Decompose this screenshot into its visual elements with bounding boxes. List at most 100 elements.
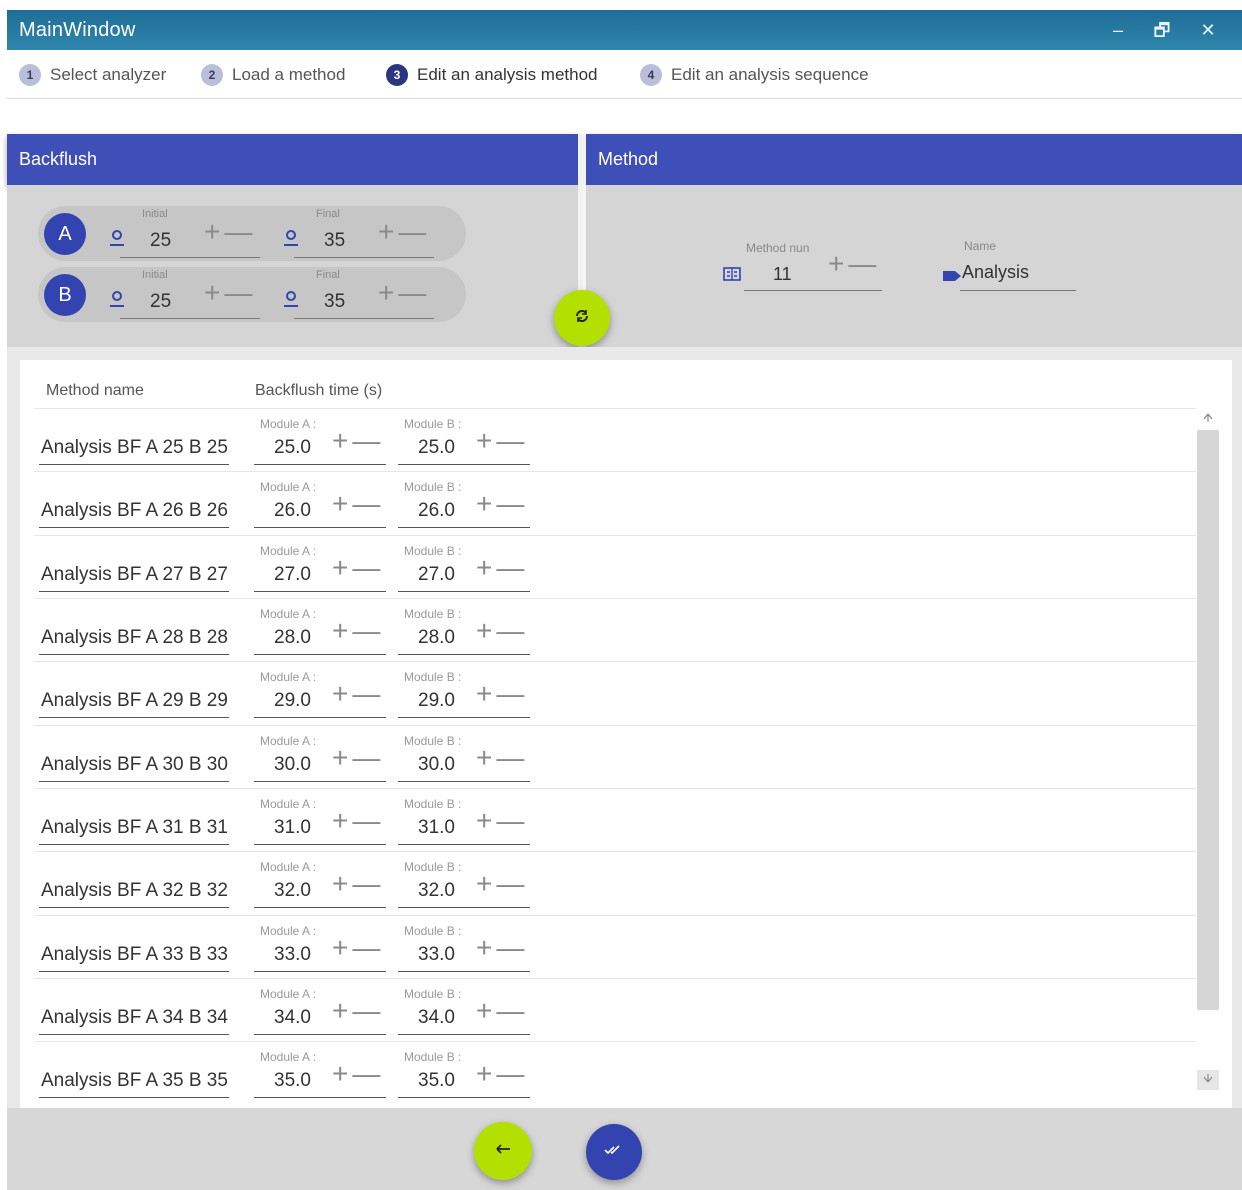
method-name-field[interactable]: Name Analysis bbox=[940, 238, 1080, 293]
decrement-button[interactable]: — bbox=[352, 617, 380, 645]
increment-button[interactable]: + bbox=[332, 934, 348, 962]
close-icon[interactable]: ✕ bbox=[1193, 17, 1223, 43]
increment-button[interactable]: + bbox=[476, 554, 492, 582]
module-b-time-value[interactable]: 25.0 bbox=[418, 437, 455, 459]
module-b-time-field[interactable]: Module B : 31.0 + — bbox=[398, 789, 530, 852]
module-b-time-field[interactable]: Module B : 28.0 + — bbox=[398, 599, 530, 662]
module-a-time-field[interactable]: Module A : 25.0 + — bbox=[254, 409, 386, 472]
decrement-button[interactable]: — bbox=[496, 807, 524, 835]
decrement-button[interactable]: — bbox=[496, 554, 524, 582]
decrement-button[interactable]: — bbox=[352, 1060, 380, 1088]
scroll-down-icon[interactable] bbox=[1197, 1070, 1219, 1090]
increment-button[interactable]: + bbox=[332, 807, 348, 835]
restore-icon[interactable]: 🗗 bbox=[1147, 17, 1177, 43]
module-b-time-value[interactable]: 35.0 bbox=[418, 1070, 455, 1092]
method-name-value[interactable]: Analysis BF A 29 B 29 bbox=[41, 690, 228, 712]
module-a-final-value[interactable]: 35 bbox=[324, 230, 345, 252]
decrement-button[interactable]: — bbox=[848, 250, 876, 278]
increment-button[interactable]: + bbox=[332, 680, 348, 708]
increment-button[interactable]: + bbox=[204, 218, 220, 246]
module-b-time-field[interactable]: Module B : 30.0 + — bbox=[398, 726, 530, 789]
method-name-value[interactable]: Analysis BF A 30 B 30 bbox=[41, 754, 228, 776]
module-b-final-value[interactable]: 35 bbox=[324, 291, 345, 313]
increment-button[interactable]: + bbox=[476, 807, 492, 835]
module-a-time-value[interactable]: 27.0 bbox=[274, 564, 311, 586]
method-name-value[interactable]: Analysis BF A 34 B 34 bbox=[41, 1007, 228, 1029]
decrement-button[interactable]: — bbox=[224, 218, 252, 246]
module-b-final-field[interactable]: Final 35 bbox=[284, 267, 458, 319]
back-button[interactable] bbox=[474, 1122, 532, 1180]
method-name-value[interactable]: Analysis BF A 32 B 32 bbox=[41, 880, 228, 902]
module-b-time-value[interactable]: 30.0 bbox=[418, 754, 455, 776]
decrement-button[interactable]: — bbox=[496, 1060, 524, 1088]
decrement-button[interactable]: — bbox=[398, 218, 426, 246]
module-b-time-value[interactable]: 34.0 bbox=[418, 1007, 455, 1029]
module-a-time-field[interactable]: Module A : 26.0 + — bbox=[254, 472, 386, 535]
increment-button[interactable]: + bbox=[204, 279, 220, 307]
module-a-time-field[interactable]: Module A : 29.0 + — bbox=[254, 662, 386, 725]
increment-button[interactable]: + bbox=[332, 554, 348, 582]
confirm-button[interactable] bbox=[586, 1124, 642, 1180]
decrement-button[interactable]: — bbox=[496, 934, 524, 962]
decrement-button[interactable]: — bbox=[496, 680, 524, 708]
module-a-time-value[interactable]: 28.0 bbox=[274, 627, 311, 649]
decrement-button[interactable]: — bbox=[352, 807, 380, 835]
module-a-time-value[interactable]: 29.0 bbox=[274, 690, 311, 712]
step-load-method[interactable]: 2 Load a method bbox=[201, 63, 345, 87]
step-select-analyzer[interactable]: 1 Select analyzer bbox=[19, 63, 166, 87]
module-b-initial-value[interactable]: 25 bbox=[150, 291, 171, 313]
increment-button[interactable]: + bbox=[476, 1060, 492, 1088]
increment-button[interactable]: + bbox=[332, 490, 348, 518]
module-b-time-value[interactable]: 26.0 bbox=[418, 500, 455, 522]
decrement-button[interactable]: — bbox=[352, 490, 380, 518]
module-a-time-value[interactable]: 34.0 bbox=[274, 1007, 311, 1029]
method-name-value[interactable]: Analysis BF A 26 B 26 bbox=[41, 500, 228, 522]
decrement-button[interactable]: — bbox=[496, 490, 524, 518]
method-name-value[interactable]: Analysis BF A 28 B 28 bbox=[41, 627, 228, 649]
module-a-time-field[interactable]: Module A : 31.0 + — bbox=[254, 789, 386, 852]
module-b-time-value[interactable]: 31.0 bbox=[418, 817, 455, 839]
module-a-time-value[interactable]: 30.0 bbox=[274, 754, 311, 776]
decrement-button[interactable]: — bbox=[352, 744, 380, 772]
increment-button[interactable]: + bbox=[476, 617, 492, 645]
module-a-time-value[interactable]: 33.0 bbox=[274, 944, 311, 966]
increment-button[interactable]: + bbox=[476, 934, 492, 962]
step-edit-analysis-sequence[interactable]: 4 Edit an analysis sequence bbox=[640, 63, 869, 87]
module-a-time-value[interactable]: 31.0 bbox=[274, 817, 311, 839]
module-a-time-value[interactable]: 26.0 bbox=[274, 500, 311, 522]
refresh-button[interactable] bbox=[554, 290, 610, 346]
decrement-button[interactable]: — bbox=[496, 617, 524, 645]
decrement-button[interactable]: — bbox=[224, 279, 252, 307]
module-a-time-value[interactable]: 25.0 bbox=[274, 437, 311, 459]
increment-button[interactable]: + bbox=[476, 997, 492, 1025]
module-b-time-value[interactable]: 27.0 bbox=[418, 564, 455, 586]
method-number-value[interactable]: 11 bbox=[773, 264, 792, 285]
decrement-button[interactable]: — bbox=[496, 427, 524, 455]
module-a-initial-field[interactable]: Initial 25 bbox=[110, 206, 284, 258]
module-b-time-field[interactable]: Module B : 26.0 + — bbox=[398, 472, 530, 535]
minimize-icon[interactable]: ‒ bbox=[1103, 17, 1133, 43]
module-b-initial-field[interactable]: Initial 25 bbox=[110, 267, 284, 319]
increment-button[interactable]: + bbox=[828, 250, 844, 278]
module-b-time-field[interactable]: Module B : 34.0 + — bbox=[398, 979, 530, 1042]
increment-button[interactable]: + bbox=[476, 870, 492, 898]
decrement-button[interactable]: — bbox=[496, 870, 524, 898]
module-b-time-field[interactable]: Module B : 25.0 + — bbox=[398, 409, 530, 472]
module-a-time-field[interactable]: Module A : 27.0 + — bbox=[254, 536, 386, 599]
scroll-up-icon[interactable] bbox=[1197, 410, 1219, 430]
increment-button[interactable]: + bbox=[332, 1060, 348, 1088]
increment-button[interactable]: + bbox=[476, 427, 492, 455]
method-name-value[interactable]: Analysis BF A 31 B 31 bbox=[41, 817, 228, 839]
decrement-button[interactable]: — bbox=[352, 997, 380, 1025]
increment-button[interactable]: + bbox=[476, 490, 492, 518]
decrement-button[interactable]: — bbox=[352, 870, 380, 898]
module-a-time-value[interactable]: 32.0 bbox=[274, 880, 311, 902]
module-b-time-value[interactable]: 33.0 bbox=[418, 944, 455, 966]
increment-button[interactable]: + bbox=[476, 680, 492, 708]
module-a-time-field[interactable]: Module A : 28.0 + — bbox=[254, 599, 386, 662]
decrement-button[interactable]: — bbox=[352, 554, 380, 582]
module-b-time-field[interactable]: Module B : 35.0 + — bbox=[398, 1042, 530, 1105]
increment-button[interactable]: + bbox=[332, 744, 348, 772]
module-b-time-value[interactable]: 29.0 bbox=[418, 690, 455, 712]
module-a-time-value[interactable]: 35.0 bbox=[274, 1070, 311, 1092]
